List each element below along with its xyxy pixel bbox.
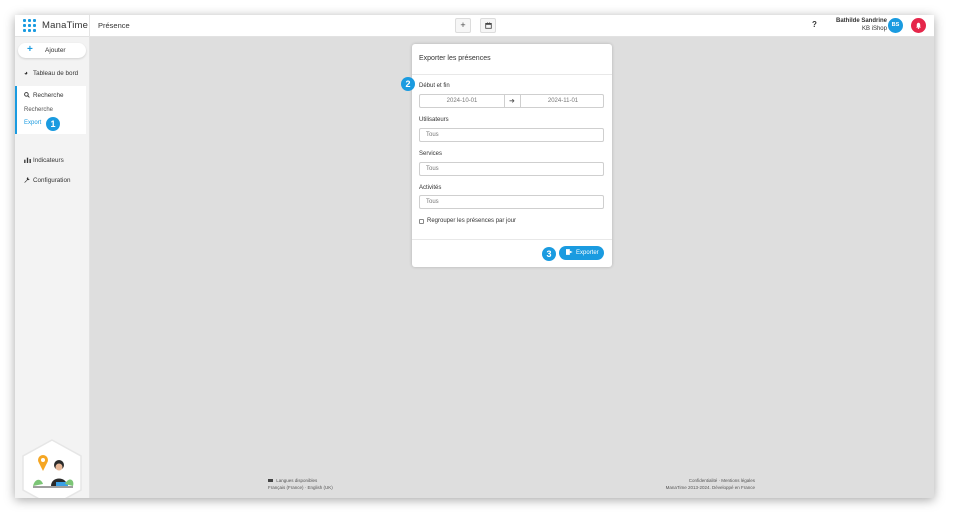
step-marker-3: 3 (542, 247, 556, 261)
footer-languages: Langues disponibles Français (France) · … (268, 477, 333, 491)
export-file-icon (566, 249, 573, 257)
export-panel: Exporter les présences 2 Début et fin 20… (401, 44, 612, 267)
export-button[interactable]: Exporter (559, 246, 604, 260)
panel-title: Exporter les présences (419, 55, 491, 62)
checkbox-box[interactable] (419, 218, 424, 224)
bell-icon (916, 22, 921, 29)
user-company: KB iShop (861, 26, 887, 32)
calendar-icon (484, 22, 492, 29)
sidebar-item-label: Configuration (33, 177, 71, 184)
sidebar-item-indicators[interactable]: Indicateurs (15, 154, 90, 168)
app-name: ManaTime (42, 20, 89, 31)
export-button-label: Exporter (576, 250, 599, 256)
search-icon (24, 92, 30, 100)
add-button[interactable]: + Ajouter (18, 43, 86, 58)
avatar[interactable]: BS (888, 18, 903, 33)
panel-divider (412, 239, 612, 240)
footer-legal: Confidentialité · Mentions légales ManaT… (666, 477, 755, 491)
plus-icon: + (460, 20, 466, 30)
sidebar-item-search[interactable]: Recherche (15, 89, 90, 103)
sidebar-item-dashboard[interactable]: ◕ Tableau de bord (15, 67, 90, 81)
users-value: Tous (426, 132, 439, 138)
date-range-field: 2024-10-01 ➜ 2024-11-01 (419, 94, 604, 108)
start-date-input[interactable]: 2024-10-01 (427, 98, 497, 104)
activities-value: Tous (426, 199, 439, 205)
app-window: ManaTime Présence + ? Bathilde Sandrine … (15, 15, 934, 498)
quick-add-button[interactable]: + (455, 18, 471, 33)
app-logo[interactable]: ManaTime (23, 19, 88, 32)
alert-button[interactable] (911, 18, 926, 33)
sidebar: + Ajouter ◕ Tableau de bord Recherche Re… (15, 37, 90, 498)
period-label: Début et fin (419, 83, 450, 89)
checkbox-label: Regrouper les présences par jour (427, 218, 517, 224)
user-name: Bathilde Sandrine (835, 18, 887, 24)
services-select[interactable]: Tous (419, 162, 604, 176)
user-info[interactable]: Bathilde Sandrine KB iShop (836, 17, 887, 33)
dashboard-icon: ◕ (24, 70, 28, 77)
panel-divider (412, 74, 612, 75)
help-button[interactable]: ? (812, 20, 817, 29)
languages-list[interactable]: Français (France) · English (UK) (268, 484, 333, 491)
plus-icon: + (27, 44, 33, 55)
activities-select[interactable]: Tous (419, 195, 604, 209)
bar-chart-icon (24, 157, 31, 165)
users-select[interactable]: Tous (419, 128, 604, 142)
topbar-divider (89, 15, 90, 37)
legal-links[interactable]: Confidentialité · Mentions légales (666, 477, 755, 484)
mascot-illustration (19, 438, 85, 498)
step-marker-1: 1 (46, 117, 60, 131)
sidebar-item-label: Recherche (33, 92, 64, 99)
sidebar-subitem-search[interactable]: Recherche (24, 107, 53, 113)
add-button-label: Ajouter (45, 47, 66, 54)
flag-icon (268, 479, 273, 482)
wrench-icon (24, 177, 30, 185)
services-value: Tous (426, 166, 439, 172)
activities-label: Activités (419, 185, 442, 191)
services-label: Services (419, 151, 443, 157)
sidebar-subitem-export[interactable]: Export (24, 120, 41, 126)
copyright: ManaTime 2013-2024. Développé en France (665, 485, 755, 490)
date-divider-right (520, 95, 521, 107)
apps-grid-icon (23, 19, 36, 32)
languages-title: Langues disponibles (276, 478, 318, 483)
arrow-right-icon: ➜ (509, 98, 515, 105)
group-by-day-checkbox[interactable]: Regrouper les présences par jour (419, 218, 516, 224)
date-divider-left (504, 95, 505, 107)
end-date-input[interactable]: 2024-11-01 (528, 98, 598, 104)
calendar-button[interactable] (480, 18, 496, 33)
step-marker-2: 2 (401, 77, 415, 91)
top-bar: ManaTime Présence + ? Bathilde Sandrine … (15, 15, 934, 37)
users-label: Utilisateurs (419, 117, 449, 123)
page-title: Présence (98, 21, 130, 30)
sidebar-search-group: Recherche Recherche Export 1 (15, 86, 86, 134)
sidebar-item-label: Tableau de bord (33, 70, 79, 77)
sidebar-item-configuration[interactable]: Configuration (15, 174, 90, 188)
sidebar-item-label: Indicateurs (33, 157, 64, 164)
